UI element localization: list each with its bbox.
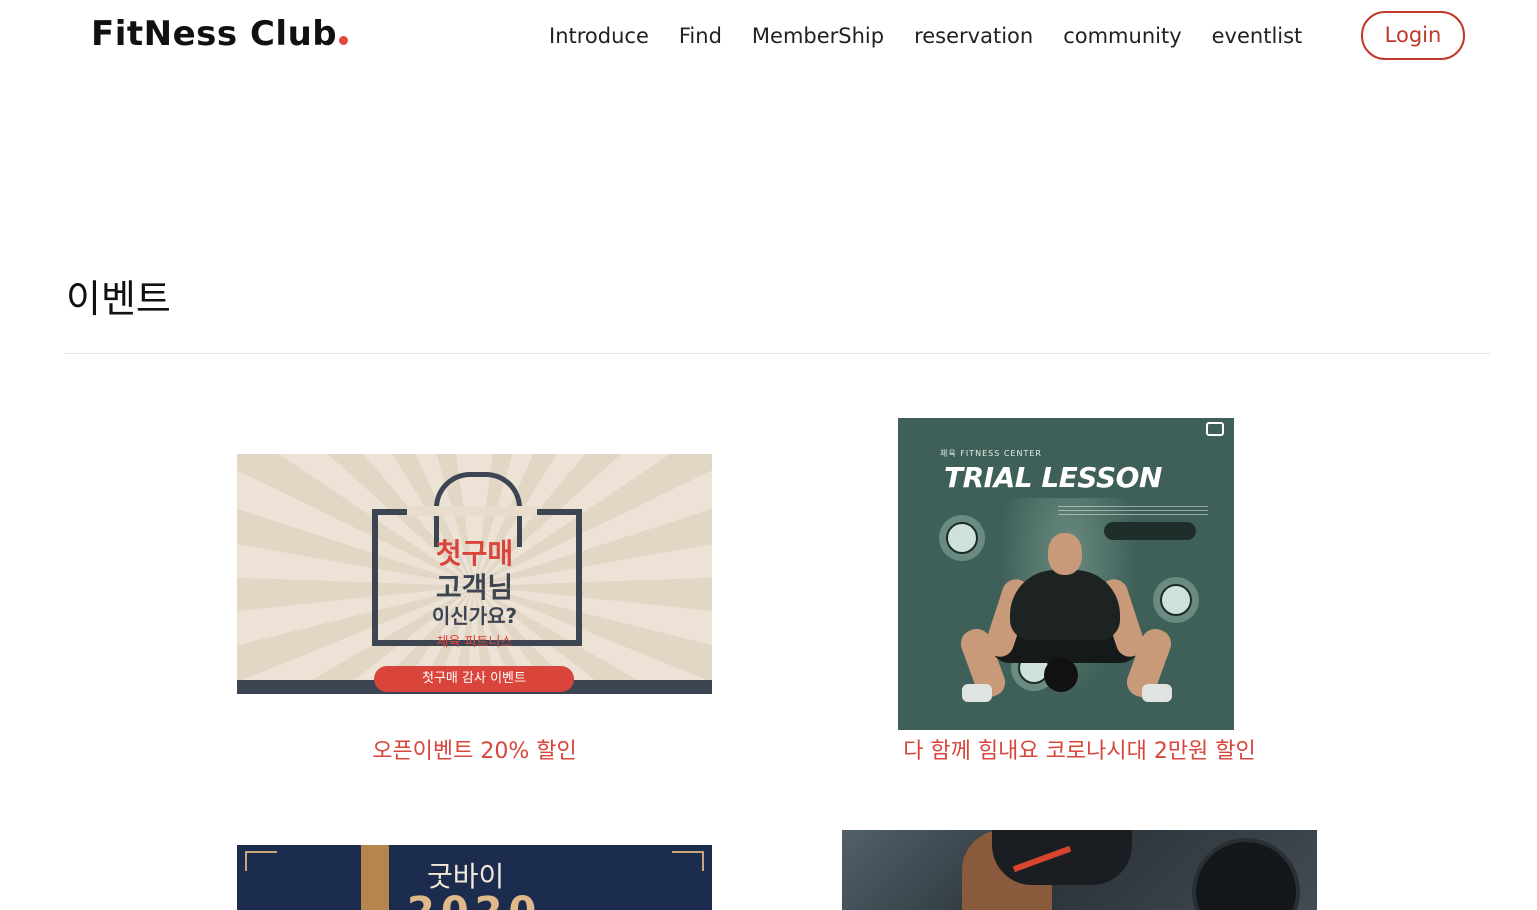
logo-text: FitNess Club bbox=[91, 14, 338, 54]
logo-dot-icon bbox=[339, 36, 349, 45]
event-image-trial-lesson[interactable]: 체육 FITNESS CENTER TRIAL LESSON bbox=[898, 418, 1234, 730]
nav-find[interactable]: Find bbox=[679, 22, 722, 50]
poster-headline: TRIAL LESSON bbox=[944, 461, 1162, 494]
poster-headline-3: 이신가요? bbox=[431, 604, 518, 628]
weight-plate-icon bbox=[1192, 838, 1300, 910]
kettlebell-icon bbox=[1044, 658, 1078, 692]
nav-introduce[interactable]: Introduce bbox=[549, 22, 649, 50]
athlete-figure bbox=[1010, 570, 1120, 640]
corner-logo-icon bbox=[1206, 422, 1224, 436]
poster-body-text bbox=[1058, 506, 1208, 518]
poster-year: 2020 bbox=[407, 889, 542, 910]
title-divider bbox=[65, 353, 1490, 354]
nav-membership[interactable]: MemberShip bbox=[752, 22, 884, 50]
nav-reservation[interactable]: reservation bbox=[914, 22, 1033, 50]
event-image-weightlifting[interactable] bbox=[842, 830, 1317, 910]
main-nav: Introduce Find MemberShip reservation co… bbox=[549, 22, 1302, 50]
feature-circle-icon bbox=[946, 522, 978, 554]
login-button[interactable]: Login bbox=[1361, 11, 1465, 60]
nav-community[interactable]: community bbox=[1063, 22, 1181, 50]
ornament-icon bbox=[245, 851, 277, 871]
ribbon bbox=[361, 845, 389, 910]
nav-eventlist[interactable]: eventlist bbox=[1212, 22, 1303, 50]
poster-kicker: 체육 FITNESS CENTER bbox=[940, 449, 1042, 458]
poster-brand: 체육 피트니스 bbox=[436, 635, 513, 650]
feature-circle-icon bbox=[1160, 584, 1192, 616]
event-caption[interactable]: 오픈이벤트 20% 할인 bbox=[237, 733, 712, 765]
ornament-icon bbox=[672, 851, 704, 871]
event-image-open-event[interactable]: 첫구매 고객님 이신가요? 체육 피트니스 첫구매 감사 이벤트 bbox=[237, 454, 712, 694]
event-image-goodbye-2020[interactable]: 굿바이 2020 bbox=[237, 845, 712, 910]
page-title: 이벤트 bbox=[66, 277, 171, 321]
poster-badge: 첫구매 감사 이벤트 bbox=[374, 666, 574, 692]
poster-badge bbox=[1104, 522, 1196, 540]
site-logo[interactable]: FitNess Club bbox=[91, 14, 349, 54]
event-caption[interactable]: 다 함께 힘내요 코로나시대 2만원 할인 bbox=[842, 733, 1317, 765]
